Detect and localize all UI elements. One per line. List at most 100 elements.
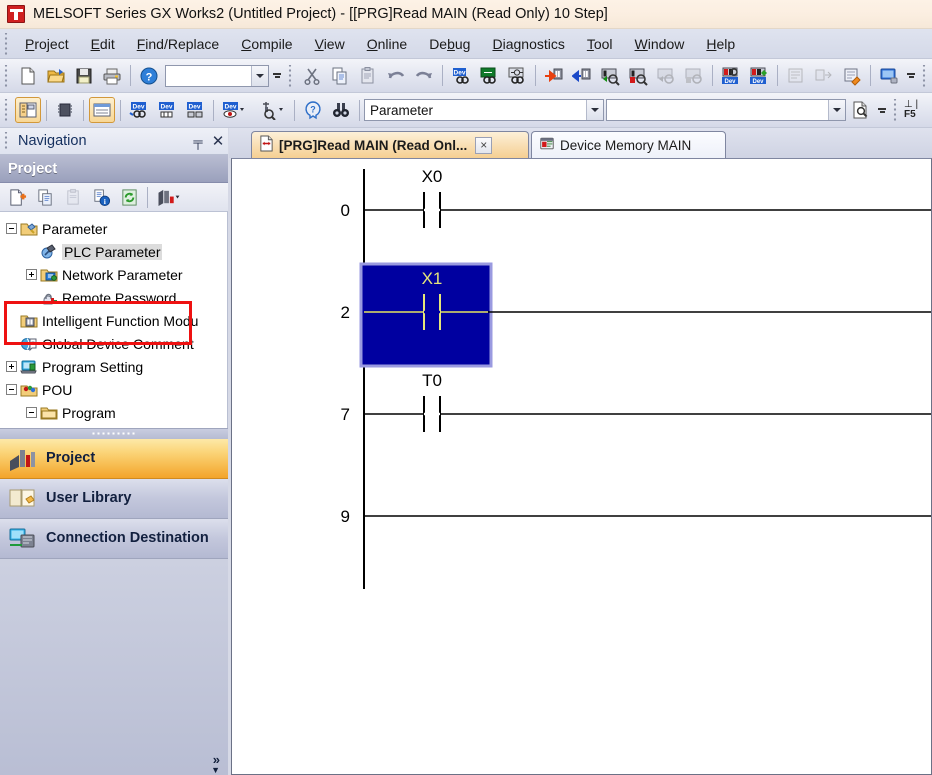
monitor-stop-icon[interactable] (653, 63, 679, 89)
monitor-pause-icon[interactable] (681, 63, 707, 89)
menu-diagnostics[interactable]: Diagnostics (481, 33, 575, 55)
monitor-write-icon[interactable] (625, 63, 651, 89)
print-icon[interactable] (99, 63, 125, 89)
device-entry-monitor-icon[interactable]: Dev (746, 63, 772, 89)
docking-window-icon[interactable] (89, 97, 115, 123)
refresh-icon[interactable] (116, 184, 142, 210)
toolbar3-overflow-button[interactable] (875, 97, 889, 123)
find-binoculars-icon[interactable] (328, 97, 354, 123)
menu-project[interactable]: Project (14, 33, 80, 55)
undo-icon[interactable] (383, 63, 409, 89)
new-project-icon[interactable] (15, 63, 41, 89)
quick-access-combo[interactable] (165, 65, 269, 87)
chevron-down-icon[interactable] (828, 100, 845, 120)
collapse-icon[interactable] (26, 407, 37, 418)
expand-icon[interactable] (6, 361, 17, 372)
toolbar3-grip[interactable] (920, 65, 929, 87)
menu-online[interactable]: Online (356, 33, 418, 55)
cut-icon[interactable] (299, 63, 325, 89)
toolbar2-overflow-button[interactable] (904, 63, 918, 89)
tree-item-intelligent-function-modu[interactable]: Intelligent Function Modu (0, 309, 227, 332)
parameter-combo[interactable]: Parameter (364, 99, 604, 121)
simulation-icon[interactable] (811, 63, 837, 89)
menu-edit[interactable]: Edit (80, 33, 126, 55)
collapse-icon[interactable] (6, 384, 17, 395)
tab-device-memory-main[interactable]: Device Memory MAIN (531, 131, 726, 158)
write-to-plc-icon[interactable] (541, 63, 567, 89)
navigation-splitter[interactable] (0, 428, 228, 439)
chevron-down-icon[interactable] (586, 100, 603, 120)
tree-item-network-parameter[interactable]: Network Parameter (0, 263, 227, 286)
open-project-icon[interactable] (43, 63, 69, 89)
tree-item-remote-password[interactable]: Remote Password (0, 286, 227, 309)
chevron-down-icon[interactable] (251, 66, 268, 86)
pin-icon[interactable]: ╤ (188, 131, 208, 151)
ladder-canvas[interactable]: 0X0 2X17T0 9 (231, 158, 932, 775)
toolbar5-grip[interactable] (891, 99, 900, 121)
read-from-plc-icon[interactable] (569, 63, 595, 89)
navigation-grip[interactable] (2, 132, 11, 150)
ladder-diagram[interactable]: 0X0 2X17T0 9 (232, 159, 931, 774)
menu-window[interactable]: Window (624, 33, 696, 55)
navigation-window-icon[interactable] (15, 97, 41, 123)
tab-close-button[interactable]: × (475, 137, 492, 154)
help-icon[interactable]: ? (136, 63, 162, 89)
device-find-icon[interactable]: Dev (448, 63, 474, 89)
project-tree[interactable]: ParameterPLC ParameterNetwork ParameterR… (0, 212, 228, 428)
ladder-rung[interactable]: 9 (341, 507, 931, 526)
find-contact-icon[interactable] (476, 63, 502, 89)
tree-item-global-device-comment[interactable]: Global Device Comment (0, 332, 227, 355)
tree-item-parameter[interactable]: Parameter (0, 217, 227, 240)
device-list-icon[interactable]: Dev (154, 97, 180, 123)
nav-button-connection-destination[interactable]: Connection Destination (0, 519, 228, 559)
menu-tool[interactable]: Tool (576, 33, 624, 55)
device-batch-monitor-icon[interactable]: Dev (718, 63, 744, 89)
ladder-edit-icon[interactable] (839, 63, 865, 89)
redo-icon[interactable] (411, 63, 437, 89)
menu-help[interactable]: Help (695, 33, 746, 55)
device-search-icon[interactable]: Dev (126, 97, 152, 123)
module-icon[interactable] (52, 97, 78, 123)
menu-compile[interactable]: Compile (230, 33, 303, 55)
monitor-device-icon[interactable] (597, 63, 623, 89)
paste-data-icon[interactable] (60, 184, 86, 210)
new-data-icon[interactable] (4, 184, 30, 210)
chevron-double-right-icon[interactable]: » (213, 755, 220, 765)
nav-button-project[interactable]: Project (0, 439, 228, 479)
device-test-icon[interactable] (255, 97, 289, 123)
help-question-icon[interactable]: ? (300, 97, 326, 123)
data-view-mode-icon[interactable] (153, 184, 183, 210)
secondary-combo[interactable] (606, 99, 846, 121)
tree-item-main[interactable]: MAIN (0, 424, 227, 428)
copy-data-icon[interactable] (32, 184, 58, 210)
save-project-icon[interactable] (71, 63, 97, 89)
collapse-icon[interactable] (6, 223, 17, 234)
remote-operation-icon[interactable] (876, 63, 902, 89)
toolbar4-grip[interactable] (2, 99, 11, 121)
copy-icon[interactable] (327, 63, 353, 89)
ladder-rung[interactable]: 2X1 (341, 264, 931, 366)
close-icon[interactable]: ✕ (208, 131, 228, 151)
tree-item-program[interactable]: Program (0, 401, 227, 424)
navigation-overflow[interactable]: » ▼ (0, 559, 228, 775)
ladder-rung[interactable]: 7T0 (341, 371, 931, 432)
menu-grip[interactable] (2, 33, 11, 55)
tree-item-program-setting[interactable]: Program Setting (0, 355, 227, 378)
watch-window-icon[interactable] (783, 63, 809, 89)
nav-button-user-library[interactable]: User Library (0, 479, 228, 519)
paste-icon[interactable] (355, 63, 381, 89)
print-preview-icon[interactable] (847, 97, 873, 123)
toolbar1-overflow-button[interactable] (270, 63, 284, 89)
tree-item-plc-parameter[interactable]: PLC Parameter (0, 240, 227, 263)
tab-prg-read-main[interactable]: [PRG]Read MAIN (Read Onl... × (251, 131, 529, 158)
device-compare-icon[interactable]: Dev (182, 97, 208, 123)
toolbar2-grip[interactable] (286, 65, 295, 87)
tree-item-pou[interactable]: POU (0, 378, 227, 401)
expand-icon[interactable] (26, 269, 37, 280)
ladder-rung[interactable]: 0X0 (341, 167, 931, 228)
chevron-down-icon[interactable]: ▼ (211, 765, 220, 775)
menu-find-replace[interactable]: Find/Replace (126, 33, 231, 55)
menu-view[interactable]: View (304, 33, 356, 55)
device-monitor-icon[interactable]: Dev (219, 97, 253, 123)
find-coil-icon[interactable] (504, 63, 530, 89)
